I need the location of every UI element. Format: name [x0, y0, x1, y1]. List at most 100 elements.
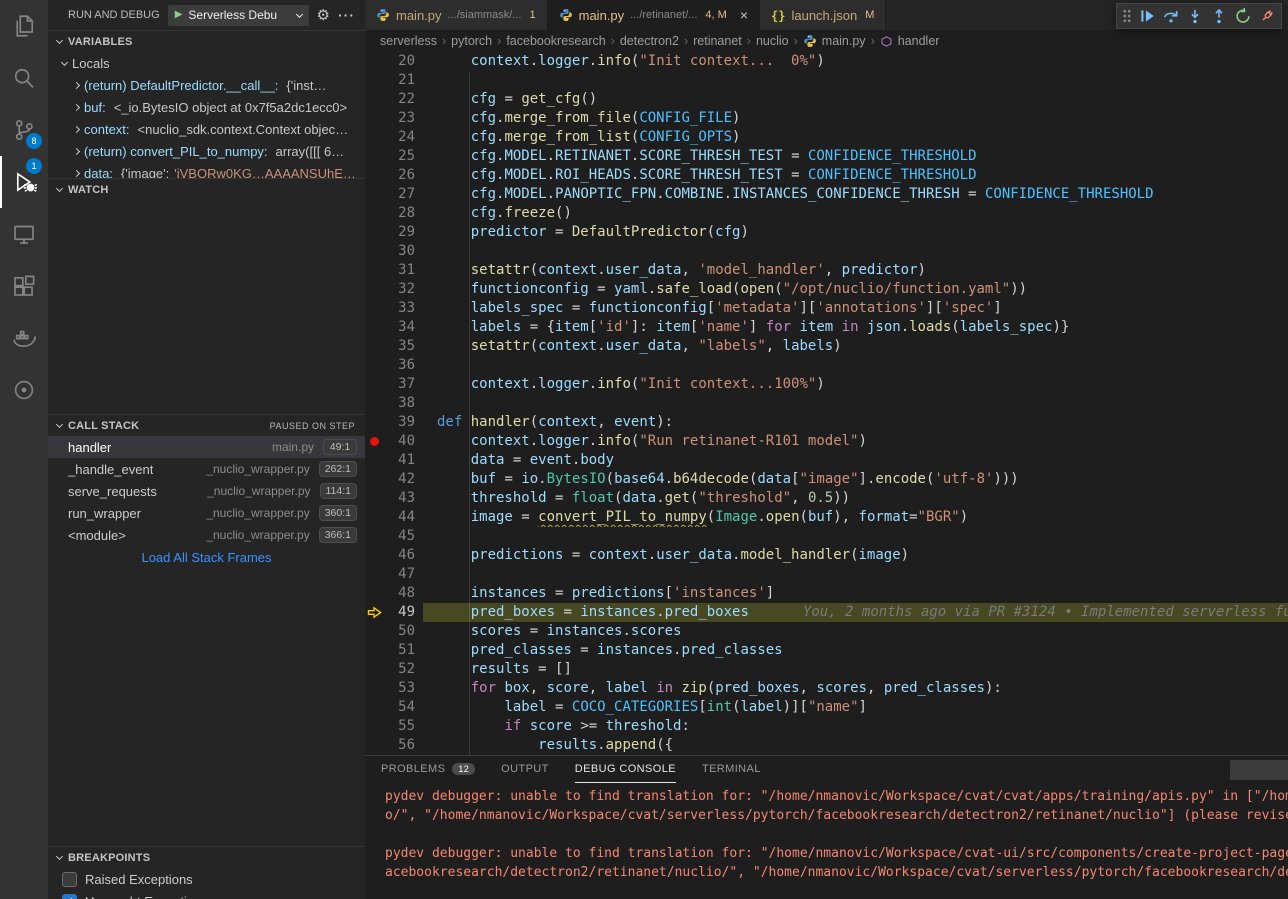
code-editor[interactable]: 20 context.logger.info("Init context... … [365, 52, 1288, 755]
line-number[interactable]: 41 [385, 451, 415, 470]
console-filter-input[interactable] [1230, 760, 1288, 780]
gutter-glyph-margin[interactable] [365, 356, 385, 375]
code-line[interactable]: 30 [365, 242, 1288, 261]
gutter-glyph-margin[interactable] [365, 90, 385, 109]
line-number[interactable]: 44 [385, 508, 415, 527]
breakpoint-row[interactable]: ✓Uncaught Exceptions [48, 890, 365, 899]
stack-frame-row[interactable]: serve_requests_nuclio_wrapper.py114:1 [48, 480, 365, 502]
code-line[interactable]: 44 image = convert_PIL_to_numpy(Image.op… [365, 508, 1288, 527]
stack-frame-row[interactable]: run_wrapper_nuclio_wrapper.py360:1 [48, 502, 365, 524]
gutter-glyph-margin[interactable] [365, 451, 385, 470]
step-over-button[interactable] [1159, 4, 1183, 28]
gutter-glyph-margin[interactable] [365, 242, 385, 261]
gutter-glyph-margin[interactable] [365, 166, 385, 185]
activity-item-source-control[interactable]: 8 [0, 104, 48, 156]
activity-item-debug[interactable]: 1 [0, 156, 48, 208]
variable-row[interactable]: (return) DefaultPredictor.__call__:{'ins… [48, 74, 365, 96]
editor-tab[interactable]: main.py.../siammask/...1 [365, 0, 548, 30]
code-line[interactable]: 24 cfg.merge_from_list(CONFIG_OPTS) [365, 128, 1288, 147]
gutter-glyph-margin[interactable] [365, 223, 385, 242]
step-into-button[interactable] [1183, 4, 1207, 28]
code-line[interactable]: 56 results.append({ [365, 736, 1288, 755]
code-line[interactable]: 43 threshold = float(data.get("threshold… [365, 489, 1288, 508]
gutter-glyph-margin[interactable] [365, 508, 385, 527]
code-line[interactable]: 45 [365, 527, 1288, 546]
code-line[interactable]: 46 predictions = context.user_data.model… [365, 546, 1288, 565]
gutter-glyph-margin[interactable] [365, 109, 385, 128]
breadcrumb-symbol[interactable]: handler [898, 34, 940, 48]
code-line[interactable]: 35 setattr(context.user_data, "labels", … [365, 337, 1288, 356]
code-line[interactable]: 31 setattr(context.user_data, 'model_han… [365, 261, 1288, 280]
line-number[interactable]: 29 [385, 223, 415, 242]
gutter-glyph-margin[interactable] [365, 185, 385, 204]
gutter-glyph-margin[interactable] [365, 470, 385, 489]
more-actions-icon[interactable]: ··· [338, 7, 355, 23]
gutter-glyph-margin[interactable] [365, 299, 385, 318]
line-number[interactable]: 30 [385, 242, 415, 261]
code-line[interactable]: 41 data = event.body [365, 451, 1288, 470]
line-number[interactable]: 23 [385, 109, 415, 128]
code-line[interactable]: 54 label = COCO_CATEGORIES[int(label)]["… [365, 698, 1288, 717]
gutter-glyph-margin[interactable] [365, 375, 385, 394]
gutter-glyph-margin[interactable] [365, 546, 385, 565]
code-line[interactable]: 40 context.logger.info("Run retinanet-R1… [365, 432, 1288, 451]
code-line[interactable]: 36 [365, 356, 1288, 375]
code-line[interactable]: 29 predictor = DefaultPredictor(cfg) [365, 223, 1288, 242]
variable-row[interactable]: (return) convert_PIL_to_numpy:array([[[ … [48, 140, 365, 162]
line-number[interactable]: 33 [385, 299, 415, 318]
gutter-glyph-margin[interactable] [365, 717, 385, 736]
line-number[interactable]: 35 [385, 337, 415, 356]
activity-item-circle-ext[interactable] [0, 364, 48, 416]
line-number[interactable]: 56 [385, 736, 415, 755]
gutter-glyph-margin[interactable] [365, 128, 385, 147]
breadcrumb-file[interactable]: main.py [822, 34, 866, 48]
line-number[interactable]: 50 [385, 622, 415, 641]
variables-scope-row[interactable]: Locals [48, 52, 365, 74]
gutter-glyph-margin[interactable] [365, 641, 385, 660]
line-number[interactable]: 21 [385, 71, 415, 90]
line-number[interactable]: 47 [385, 565, 415, 584]
gutter-glyph-margin[interactable] [365, 280, 385, 299]
variables-section-header[interactable]: VARIABLES [48, 30, 365, 52]
line-number[interactable]: 52 [385, 660, 415, 679]
line-number[interactable]: 53 [385, 679, 415, 698]
gutter-glyph-margin[interactable] [365, 565, 385, 584]
line-number[interactable]: 20 [385, 52, 415, 71]
line-number[interactable]: 22 [385, 90, 415, 109]
code-line[interactable]: 21 [365, 71, 1288, 90]
panel-tab-terminal[interactable]: TERMINAL [702, 756, 761, 783]
variable-row[interactable]: buf:<_io.BytesIO object at 0x7f5a2dc1ecc… [48, 96, 365, 118]
disconnect-button[interactable] [1255, 4, 1279, 28]
line-number[interactable]: 55 [385, 717, 415, 736]
activity-item-remote[interactable] [0, 208, 48, 260]
stack-frame-row[interactable]: handlermain.py49:1 [48, 436, 365, 458]
line-number[interactable]: 25 [385, 147, 415, 166]
variable-row[interactable]: context:<nuclio_sdk.context.Context obje… [48, 118, 365, 140]
breadcrumb-item[interactable]: retinanet [693, 34, 742, 48]
code-line[interactable]: 49 pred_boxes = instances.pred_boxesYou,… [365, 603, 1288, 622]
gutter-glyph-margin[interactable] [365, 204, 385, 223]
panel-tab-output[interactable]: OUTPUT [501, 756, 549, 783]
line-number[interactable]: 24 [385, 128, 415, 147]
code-line[interactable]: 51 pred_classes = instances.pred_classes [365, 641, 1288, 660]
line-number[interactable]: 38 [385, 394, 415, 413]
code-line[interactable]: 48 instances = predictions['instances'] [365, 584, 1288, 603]
call-stack-section-header[interactable]: CALL STACK PAUSED ON STEP [48, 414, 365, 436]
activity-item-explorer[interactable] [0, 0, 48, 52]
gutter-glyph-margin[interactable] [365, 52, 385, 71]
line-number[interactable]: 42 [385, 470, 415, 489]
breadcrumb-item[interactable]: detectron2 [620, 34, 679, 48]
breakpoints-section-header[interactable]: BREAKPOINTS [48, 846, 365, 868]
restart-button[interactable] [1231, 4, 1255, 28]
line-number[interactable]: 43 [385, 489, 415, 508]
line-number[interactable]: 26 [385, 166, 415, 185]
breadcrumb-item[interactable]: serverless [380, 34, 437, 48]
code-line[interactable]: 28 cfg.freeze() [365, 204, 1288, 223]
editor-tab[interactable]: {}launch.jsonM [760, 0, 886, 30]
line-number[interactable]: 51 [385, 641, 415, 660]
code-line[interactable]: 26 cfg.MODEL.ROI_HEADS.SCORE_THRESH_TEST… [365, 166, 1288, 185]
code-line[interactable]: 20 context.logger.info("Init context... … [365, 52, 1288, 71]
continue-button[interactable] [1135, 4, 1159, 28]
code-line[interactable]: 42 buf = io.BytesIO(base64.b64decode(dat… [365, 470, 1288, 489]
code-line[interactable]: 34 labels = {item['id']: item['name'] fo… [365, 318, 1288, 337]
